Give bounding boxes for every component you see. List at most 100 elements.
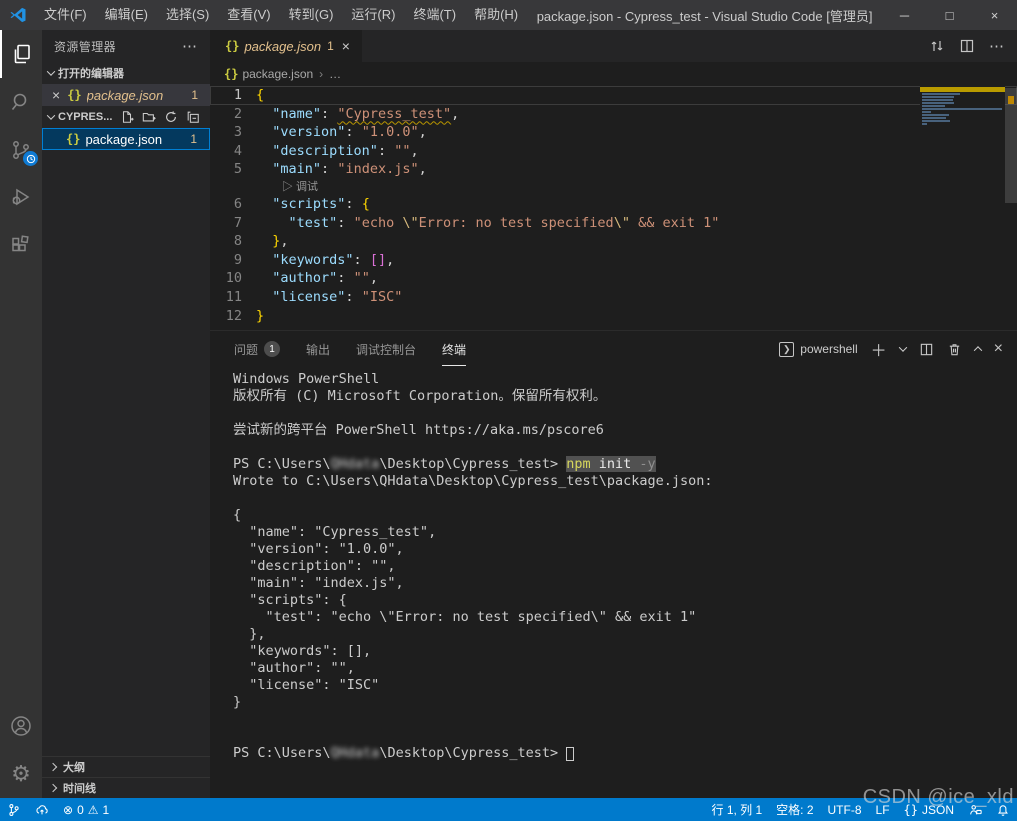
source-control-icon[interactable] (0, 126, 42, 174)
maximize-panel-icon[interactable] (973, 346, 981, 354)
menu-item[interactable]: 帮助(H) (465, 0, 527, 30)
refresh-icon[interactable] (164, 110, 178, 124)
minimap-line (922, 117, 946, 119)
close-panel-icon[interactable]: × (994, 340, 1003, 358)
panel-tab-终端[interactable]: 终端 (442, 332, 466, 367)
extensions-icon[interactable] (0, 222, 42, 270)
split-editor-icon[interactable] (959, 38, 975, 54)
shell-picker[interactable]: ❯ powershell (779, 342, 857, 357)
code-line[interactable]: 6 "scripts": { (210, 195, 1017, 214)
search-icon[interactable] (0, 78, 42, 126)
terminal-line: Windows PowerShell (233, 371, 1017, 388)
tab-filename: package.json (244, 39, 321, 54)
code-line[interactable]: 1{ (210, 86, 1017, 105)
menu-item[interactable]: 文件(F) (35, 0, 96, 30)
branch-status[interactable] (0, 798, 28, 821)
minimap-line (922, 120, 950, 122)
bottom-panel: 问题1 输出调试控制台终端 ❯ powershell ＋ (210, 330, 1017, 798)
sidebar-more-actions-icon[interactable]: ⋯ (182, 37, 198, 55)
menu-item[interactable]: 终端(T) (404, 0, 465, 30)
code-line[interactable]: 12} (210, 307, 1017, 326)
chevron-right-icon (49, 763, 57, 771)
minimize-icon[interactable]: ─ (882, 0, 927, 30)
terminal-line: Wrote to C:\Users\QHdata\Desktop\Cypress… (233, 473, 1017, 490)
code-line[interactable]: 5 "main": "index.js", (210, 160, 1017, 179)
breadcrumb-file[interactable]: package.json (242, 67, 313, 81)
code-line[interactable]: 9 "keywords": [], (210, 251, 1017, 270)
new-folder-icon[interactable] (142, 110, 156, 124)
code-line[interactable]: 8 }, (210, 232, 1017, 251)
menu-bar: 文件(F)编辑(E)选择(S)查看(V)转到(G)运行(R)终端(T)帮助(H) (35, 0, 527, 30)
tab-close-icon[interactable]: × (342, 38, 350, 54)
breadcrumb-more[interactable]: … (329, 67, 341, 81)
code-line[interactable]: 7 "test": "echo \"Error: no test specifi… (210, 214, 1017, 233)
minimap-line (922, 114, 949, 116)
new-file-icon[interactable] (120, 110, 134, 124)
panel-tab-调试控制台[interactable]: 调试控制台 (356, 332, 416, 367)
code-line[interactable]: 11 "license": "ISC" (210, 288, 1017, 307)
menu-item[interactable]: 选择(S) (157, 0, 218, 30)
folder-section-header[interactable]: CYPRES... (42, 106, 210, 128)
menu-item[interactable]: 编辑(E) (96, 0, 157, 30)
split-terminal-icon[interactable] (919, 342, 934, 357)
timeline-section[interactable]: 时间线 (42, 777, 210, 798)
terminal-line: 尝试新的跨平台 PowerShell https://aka.ms/pscore… (233, 422, 1017, 439)
run-debug-icon[interactable] (0, 174, 42, 222)
status-encoding[interactable]: UTF-8 (821, 798, 869, 821)
editor-scrollbar[interactable] (1005, 86, 1017, 330)
menu-item[interactable]: 运行(R) (342, 0, 404, 30)
kill-terminal-trash-icon[interactable] (947, 342, 962, 357)
code-editor[interactable]: 1{2 "name": "Cypress_test",3 "version": … (210, 86, 1017, 330)
settings-gear-icon[interactable]: ⚙ (0, 750, 42, 798)
json-file-icon: {} (224, 67, 238, 81)
warnings-icon: ⚠ (88, 803, 99, 817)
terminal-line: "author": "", (233, 660, 1017, 677)
editor-more-actions-icon[interactable]: ⋯ (989, 37, 1005, 55)
activity-bar: ⚙ (0, 30, 42, 798)
code-line[interactable]: 3 "version": "1.0.0", (210, 123, 1017, 142)
open-changes-icon[interactable] (929, 38, 945, 54)
feedback-icon[interactable] (961, 798, 989, 821)
notifications-bell-icon[interactable] (989, 798, 1017, 821)
minimap-line (922, 93, 960, 95)
collapse-all-icon[interactable] (186, 110, 200, 124)
codelens-debug[interactable]: ▷ 调试 (210, 179, 1017, 195)
close-icon[interactable]: × (972, 0, 1017, 30)
terminal-output[interactable]: Windows PowerShell版权所有 (C) Microsoft Cor… (210, 367, 1017, 798)
file-item-package-json[interactable]: {} package.json 1 (42, 128, 210, 150)
terminal-line (233, 439, 1017, 456)
problems-count-badge: 1 (264, 341, 280, 357)
minimap[interactable] (920, 86, 1005, 330)
json-file-icon: {} (66, 132, 80, 146)
breadcrumb[interactable]: {} package.json › … (210, 62, 1017, 86)
terminal-line: }, (233, 626, 1017, 643)
status-line-col[interactable]: 行 1, 列 1 (704, 798, 769, 821)
code-line[interactable]: 4 "description": "", (210, 142, 1017, 161)
explorer-icon[interactable] (0, 30, 42, 78)
status-indent[interactable]: 空格: 2 (769, 798, 820, 821)
menu-item[interactable]: 转到(G) (280, 0, 343, 30)
chevron-right-icon (49, 784, 57, 792)
close-editor-icon[interactable]: × (52, 87, 60, 103)
menu-item[interactable]: 查看(V) (218, 0, 279, 30)
terminal-dropdown-icon[interactable] (898, 343, 906, 351)
warning-count: 1 (103, 803, 110, 817)
code-line[interactable]: 2 "name": "Cypress_test", (210, 105, 1017, 124)
outline-section[interactable]: 大纲 (42, 756, 210, 777)
open-editors-section-header[interactable]: 打开的编辑器 (42, 62, 210, 84)
panel-tab-输出[interactable]: 输出 (306, 332, 330, 367)
terminal-line: "test": "echo \"Error: no test specified… (233, 609, 1017, 626)
open-editor-item[interactable]: × {} package.json 1 (42, 84, 210, 106)
sync-changes-status[interactable] (28, 798, 56, 821)
maximize-icon[interactable]: □ (927, 0, 972, 30)
tab-package-json[interactable]: {} package.json 1 × (210, 30, 363, 62)
terminal-line (233, 728, 1017, 745)
panel-tab-问题[interactable]: 问题1 (234, 332, 280, 367)
status-eol[interactable]: LF (869, 798, 897, 821)
status-language[interactable]: {} JSON (897, 798, 961, 821)
new-terminal-icon[interactable]: ＋ (871, 337, 887, 361)
account-icon[interactable] (0, 702, 42, 750)
problems-status[interactable]: ⊗ 0 ⚠ 1 (56, 798, 116, 821)
code-line[interactable]: 10 "author": "", (210, 269, 1017, 288)
terminal-line: "keywords": [], (233, 643, 1017, 660)
